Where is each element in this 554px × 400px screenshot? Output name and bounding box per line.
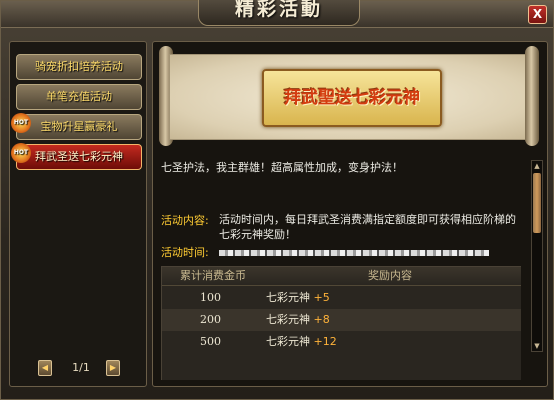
- reward-qty: +8: [313, 313, 330, 326]
- activity-window: 精彩活動 X 骑宠折扣培养活动 单笔充值活动 HOT 宝物升星赢豪礼 HOT 拜…: [0, 0, 554, 400]
- pager: ◀ 1/1 ▶: [36, 360, 126, 376]
- reward-item: 七彩元神 +5: [266, 287, 330, 309]
- activity-time-value: [219, 250, 489, 256]
- table-row: 200 七彩元神 +8: [162, 309, 521, 331]
- column-header-reward: 奖励内容: [368, 269, 412, 282]
- scroll-thumb[interactable]: [533, 173, 541, 233]
- reward-item: 七彩元神 +12: [266, 331, 337, 353]
- detail-scrollbar[interactable]: ▲ ▼: [531, 160, 543, 352]
- scroll-rod-right: [525, 46, 539, 146]
- title-plate: 精彩活動: [198, 0, 360, 26]
- close-button[interactable]: X: [528, 5, 547, 24]
- reward-name: 七彩元神: [266, 335, 310, 348]
- banner-plate: 拜武聖送七彩元神: [262, 69, 442, 127]
- activity-list-panel: 骑宠折扣培养活动 单笔充值活动 HOT 宝物升星赢豪礼 HOT 拜武圣送七彩元神…: [9, 41, 147, 387]
- hot-badge-icon: HOT: [11, 113, 31, 133]
- time-label: 活动时间:: [161, 246, 209, 259]
- spend-amount: 100: [200, 291, 221, 304]
- reward-item: 七彩元神 +8: [266, 309, 330, 331]
- menu-item-mount-discount[interactable]: 骑宠折扣培养活动: [16, 54, 142, 80]
- content-text: 活动时间内，每日拜武圣消费满指定额度即可获得相应阶梯的七彩元神奖励！: [219, 213, 516, 241]
- reward-table: 累计消费金币 奖励内容 100 七彩元神 +5 200 七彩元神 +8 500 …: [161, 266, 521, 380]
- content-label: 活动内容:: [161, 214, 209, 227]
- menu-item-label: 拜武圣送七彩元神: [35, 150, 123, 163]
- column-header-spend: 累计消费金币: [180, 269, 246, 282]
- banner-parchment: 拜武聖送七彩元神: [169, 54, 531, 140]
- reward-qty: +12: [313, 335, 337, 348]
- menu-item-worship-martial-saint[interactable]: HOT 拜武圣送七彩元神: [11, 143, 142, 170]
- intro-text: 七圣护法，我主群雄！超高属性加成，变身护法！: [161, 161, 403, 174]
- menu-item-single-recharge[interactable]: 单笔充值活动: [16, 84, 142, 110]
- prev-page-button[interactable]: ◀: [38, 360, 52, 376]
- reward-name: 七彩元神: [266, 291, 310, 304]
- spend-amount: 200: [200, 313, 221, 326]
- page-indicator: 1/1: [72, 361, 90, 374]
- table-row: 500 七彩元神 +12: [162, 331, 521, 353]
- hot-badge-icon: HOT: [11, 143, 31, 163]
- scroll-down-button[interactable]: ▼: [532, 341, 542, 351]
- title-bar: 精彩活動 X: [1, 0, 553, 28]
- reward-name: 七彩元神: [266, 313, 310, 326]
- next-page-button[interactable]: ▶: [106, 360, 120, 376]
- banner-title: 拜武聖送七彩元神: [284, 88, 420, 108]
- scroll-up-button[interactable]: ▲: [532, 161, 542, 171]
- reward-qty: +5: [313, 291, 330, 304]
- banner-scroll: 拜武聖送七彩元神: [159, 46, 539, 146]
- menu-item-label: 单笔充值活动: [46, 90, 112, 103]
- activity-detail-panel: 拜武聖送七彩元神 七圣护法，我主群雄！超高属性加成，变身护法！ 活动内容: 活动…: [152, 41, 548, 387]
- spend-amount: 500: [200, 335, 221, 348]
- window-title: 精彩活動: [234, 0, 323, 20]
- activity-description: 七圣护法，我主群雄！超高属性加成，变身护法！ 活动内容: 活动时间内，每日拜武圣…: [161, 160, 521, 380]
- menu-item-treasure-star[interactable]: HOT 宝物升星赢豪礼: [11, 113, 142, 140]
- table-header: 累计消费金币 奖励内容: [162, 267, 521, 286]
- menu-item-label: 宝物升星赢豪礼: [40, 120, 118, 133]
- table-row: 100 七彩元神 +5: [162, 287, 521, 309]
- menu-item-label: 骑宠折扣培养活动: [35, 60, 123, 73]
